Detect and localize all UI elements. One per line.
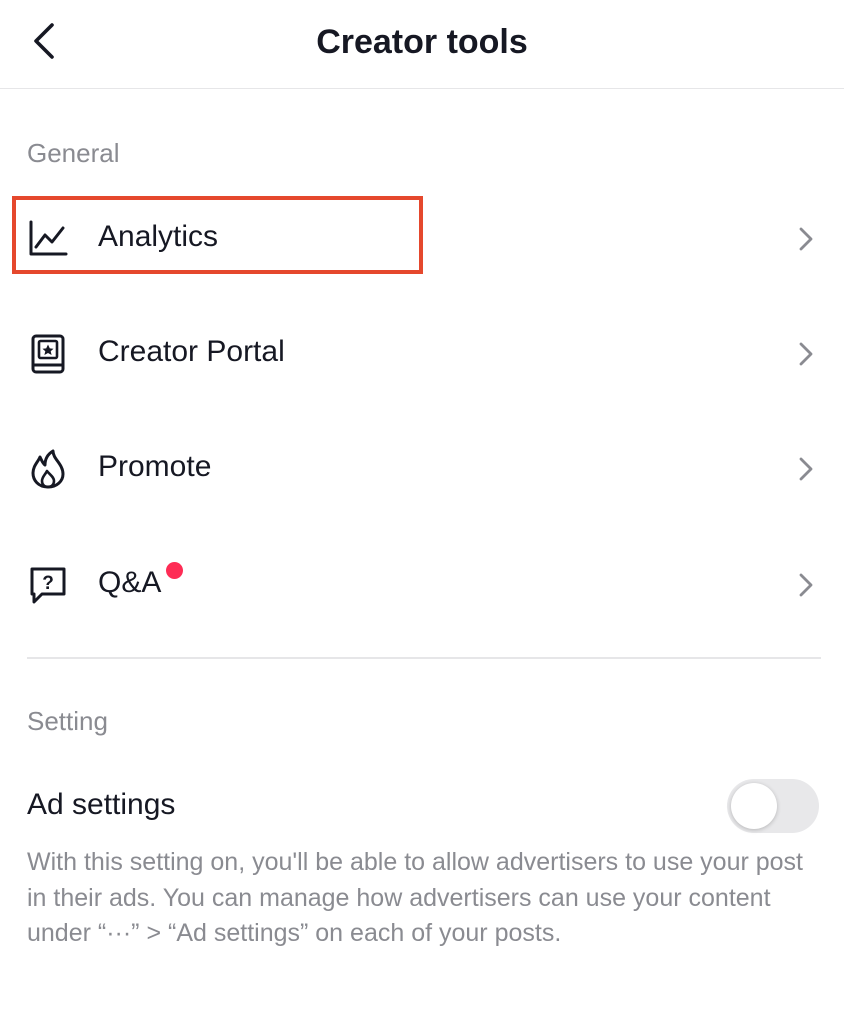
top-bar: Creator tools <box>0 0 844 89</box>
chevron-right-icon <box>794 339 818 369</box>
line-chart-icon <box>27 218 69 260</box>
chevron-right-icon <box>794 570 818 600</box>
page-title: Creator tools <box>316 23 528 61</box>
section-header-setting: Setting <box>27 706 108 736</box>
menu-item-analytics[interactable]: Analytics <box>0 186 844 286</box>
menu-item-creator-portal[interactable]: Creator Portal <box>0 301 844 401</box>
question-bubble-icon: ? <box>27 564 69 606</box>
ad-settings-label: Ad settings <box>27 788 176 821</box>
menu-item-label: Analytics <box>98 220 219 253</box>
chevron-right-icon <box>794 224 818 254</box>
menu-item-promote[interactable]: Promote <box>0 416 844 516</box>
menu-item-qa[interactable]: ? Q&A <box>0 532 844 632</box>
portal-book-icon <box>27 333 69 375</box>
section-divider <box>27 657 821 659</box>
flame-icon <box>27 448 69 490</box>
svg-text:?: ? <box>42 573 54 594</box>
menu-item-label: Q&A <box>98 566 162 599</box>
menu-item-label: Creator Portal <box>98 335 285 368</box>
chevron-right-icon <box>794 454 818 484</box>
creator-tools-screen: Creator tools General Analytics Creator … <box>0 0 844 1024</box>
ad-settings-toggle[interactable] <box>727 779 819 833</box>
ad-settings-description: With this setting on, you'll be able to … <box>27 848 804 947</box>
section-header-general: General <box>27 138 120 168</box>
toggle-knob <box>731 783 777 829</box>
notification-dot <box>166 562 183 579</box>
menu-item-label: Promote <box>98 450 212 483</box>
